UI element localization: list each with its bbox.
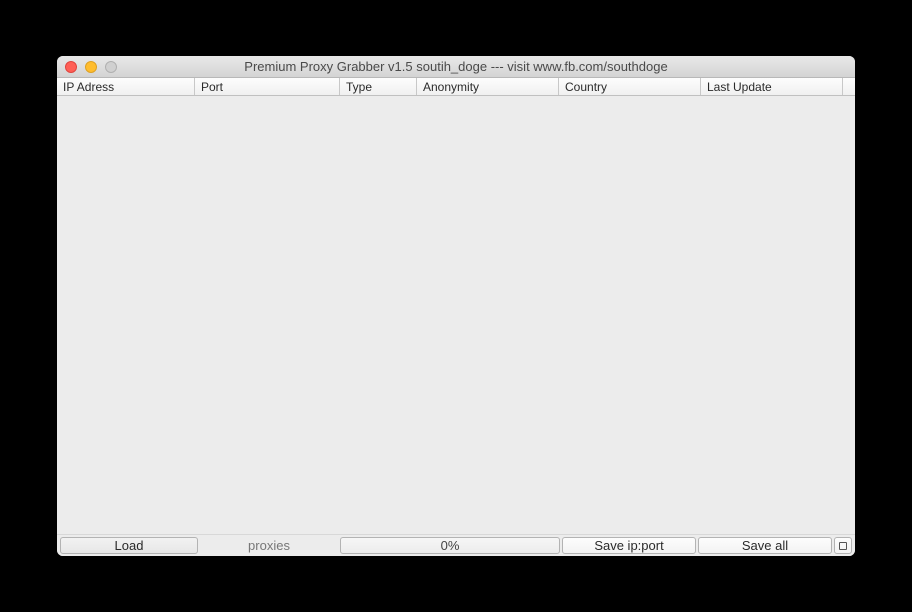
save-ip-port-button[interactable]: Save ip:port <box>562 537 696 554</box>
column-header-tail <box>843 78 855 95</box>
stop-icon <box>839 542 847 550</box>
column-header-anonymity[interactable]: Anonymity <box>417 78 559 95</box>
column-header-last-update[interactable]: Last Update <box>701 78 843 95</box>
close-icon[interactable] <box>65 61 77 73</box>
progress-text: 0% <box>441 538 460 553</box>
maximize-icon[interactable] <box>105 61 117 73</box>
column-header-type[interactable]: Type <box>340 78 417 95</box>
table-header: IP Adress Port Type Anonymity Country La… <box>57 78 855 96</box>
window-title: Premium Proxy Grabber v1.5 soutih_doge -… <box>57 59 855 74</box>
column-header-country[interactable]: Country <box>559 78 701 95</box>
column-header-ip[interactable]: IP Adress <box>57 78 195 95</box>
minimize-icon[interactable] <box>85 61 97 73</box>
proxies-label: proxies <box>199 535 339 556</box>
progress-bar: 0% <box>340 537 560 554</box>
column-header-port[interactable]: Port <box>195 78 340 95</box>
stop-button[interactable] <box>834 537 852 554</box>
traffic-lights <box>65 61 117 73</box>
table-body <box>57 96 855 534</box>
save-all-button[interactable]: Save all <box>698 537 832 554</box>
app-window: Premium Proxy Grabber v1.5 soutih_doge -… <box>57 56 855 556</box>
load-button[interactable]: Load <box>60 537 198 554</box>
bottom-toolbar: Load proxies 0% Save ip:port Save all <box>57 534 855 556</box>
titlebar[interactable]: Premium Proxy Grabber v1.5 soutih_doge -… <box>57 56 855 78</box>
